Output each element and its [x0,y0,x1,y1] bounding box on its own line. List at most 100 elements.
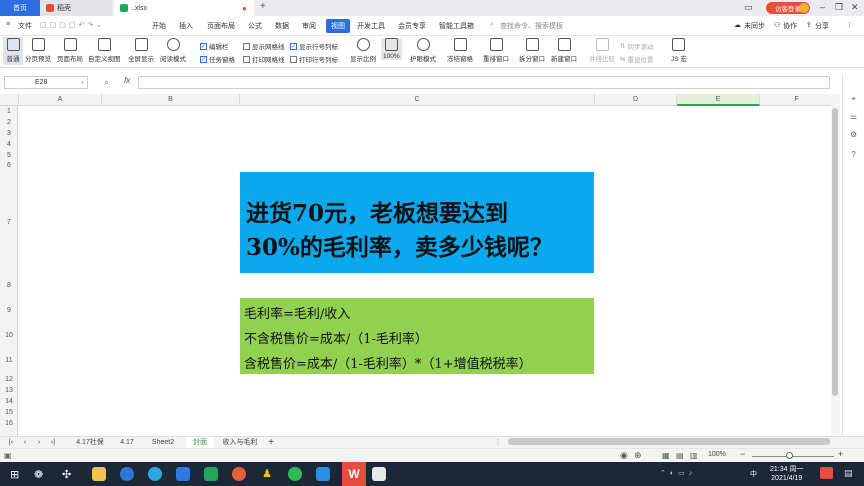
print-headers-checkbox[interactable]: 打印行号列标 [290,54,338,64]
menu-formulas[interactable]: 公式 [248,21,262,31]
blue-app-icon[interactable] [316,467,330,481]
row-header-8[interactable]: 8 [0,282,18,289]
cursor-icon[interactable]: ⌖ [848,94,859,104]
wps-icon[interactable]: W [342,462,366,486]
chevron-down-icon[interactable]: ⌄ [80,78,85,85]
reading-mode-button[interactable]: 阅读模式 [160,38,186,63]
quick-access-icons[interactable]: ▢▢▢▢↶↷⌄ [40,21,105,29]
green-app-icon[interactable] [204,467,218,481]
menu-hamburger-icon[interactable]: ≡ [6,21,10,28]
horizontal-scroll-thumb[interactable] [508,438,830,445]
minimize-icon[interactable]: – [820,2,825,12]
fx-icon[interactable]: fx [124,76,130,85]
row-header-2[interactable]: 2 [0,119,18,126]
vertical-scroll-thumb[interactable] [832,108,838,396]
windows-start-icon[interactable]: ⊞ [10,468,19,481]
kuaiya-icon[interactable] [176,467,190,481]
menu-smart-toolbox[interactable]: 智能工具箱 [439,21,474,31]
js-macro-button[interactable]: JS 宏 [671,38,687,63]
formula-cell-block[interactable]: 毛利率=毛利/收入 不含税售价=成本/（1-毛利率） 含税售价=成本/（1-毛利… [240,298,594,374]
qq-icon[interactable]: ♟ [260,467,274,481]
select-all-corner[interactable] [0,94,19,106]
rearrange-windows-button[interactable]: 重排窗口 [483,38,509,63]
column-header-e[interactable]: E [677,94,760,106]
row-header-3[interactable]: 3 [0,130,18,137]
show-gridlines-checkbox[interactable]: 显示网格线 [243,41,285,51]
macro-record-icon[interactable]: ▣ [4,451,12,460]
reading-view-status-icon[interactable]: ▥ [690,451,698,460]
system-tray-icons[interactable]: ⌃◐▭♪ [660,469,696,477]
row-header-12[interactable]: 12 [0,376,18,383]
cortana-icon[interactable]: ✣ [62,468,71,481]
row-header-7[interactable]: 7 [0,219,18,226]
zoom-button[interactable]: 显示比例 [350,38,376,63]
page-view-status-icon[interactable]: ▤ [676,451,684,460]
name-box[interactable]: E28 [4,76,88,89]
menu-data[interactable]: 数据 [275,21,289,31]
notification-badge-icon[interactable] [820,467,833,479]
freeze-panes-button[interactable]: 冻结窗格 [447,38,473,63]
system-clock[interactable]: 21:34 周一 2021/4/19 [770,465,803,483]
record-app-icon[interactable] [232,467,246,481]
file-explorer-icon[interactable] [92,467,106,481]
multi-window-icon[interactable]: ▭ [744,2,753,13]
browser-icon[interactable] [148,467,162,481]
row-header-14[interactable]: 14 [0,398,18,405]
menu-insert[interactable]: 插入 [179,21,193,31]
zoom-slider-track[interactable] [752,456,834,457]
window-app-icon[interactable] [372,467,386,481]
row-header-5[interactable]: 5 [0,152,18,159]
row-header-4[interactable]: 4 [0,141,18,148]
tab-home[interactable]: 首页 [0,0,40,16]
formula-input[interactable] [138,76,830,89]
new-tab-button[interactable]: + [260,1,266,12]
collab-button[interactable]: 协作 [783,21,797,31]
title-cell-block[interactable]: 进货70元，老板想要达到 30%的毛利率，卖多少钱呢？ [240,172,594,273]
column-header-b[interactable]: B [102,94,240,106]
share-button[interactable]: 分享 [815,21,829,31]
settings-icon[interactable]: ⚙ [848,130,859,140]
normal-view-status-icon[interactable]: ▦ [662,451,670,460]
split-window-button[interactable]: 拆分窗口 [519,38,545,63]
formula-bar-checkbox[interactable]: ✓ 编辑栏 [200,41,229,51]
row-header-15[interactable]: 15 [0,409,18,416]
task-view-icon[interactable]: ❁ [34,468,43,481]
zoom-slider-knob[interactable] [786,452,793,459]
row-header-13[interactable]: 13 [0,387,18,394]
task-pane-checkbox[interactable]: ✓ 任务窗格 [200,54,235,64]
tab-docer[interactable]: 稻壳 [40,0,112,16]
custom-view-button[interactable]: 自定义视图 [88,38,121,63]
sync-scroll-button[interactable]: ⇅ 同步滚动 [620,41,653,51]
new-window-button[interactable]: 新建窗口 [551,38,577,63]
row-header-1[interactable]: 1 [0,108,18,115]
action-center-icon[interactable]: ▤ [844,468,853,479]
command-search[interactable]: 查找命令、搜索模板 [500,21,563,31]
show-headers-checkbox[interactable]: ✓ 显示行号列标 [290,41,338,51]
ime-indicator[interactable]: 中 [750,469,757,479]
reset-position-button[interactable]: ⇆ 重设位置 [620,54,653,64]
full-screen-button[interactable]: 全屏显示 [128,38,154,63]
menu-file[interactable]: 文件 [18,21,32,31]
restore-icon[interactable]: ❐ [835,2,843,13]
menu-member[interactable]: 会员专享 [398,21,426,31]
avatar[interactable] [799,3,809,13]
row-header-16[interactable]: 16 [0,420,18,427]
column-header-f[interactable]: F [760,94,834,106]
menu-developer[interactable]: 开发工具 [357,21,385,31]
adjust-icon[interactable]: ⚌ [848,112,859,122]
row-header-9[interactable]: 9 [0,307,18,314]
menu-page-layout[interactable]: 页面布局 [207,21,235,31]
zoom-level[interactable]: 100% [708,451,726,458]
menu-home[interactable]: 开始 [152,21,166,31]
print-gridlines-checkbox[interactable]: 打印网格线 [243,54,285,64]
zoom-out-button[interactable]: − [740,449,745,459]
row-header-11[interactable]: 11 [0,357,18,364]
column-header-a[interactable]: A [19,94,102,106]
menu-review[interactable]: 审阅 [302,21,316,31]
view-switch-icon[interactable]: ⊕ [634,450,642,461]
eye-mode-icon[interactable]: ◉ [620,450,628,461]
column-header-d[interactable]: D [595,94,677,106]
edge-icon[interactable] [120,467,134,481]
page-break-preview-button[interactable]: 分页预览 [25,38,51,63]
unsync-status[interactable]: 未同步 [744,21,765,31]
